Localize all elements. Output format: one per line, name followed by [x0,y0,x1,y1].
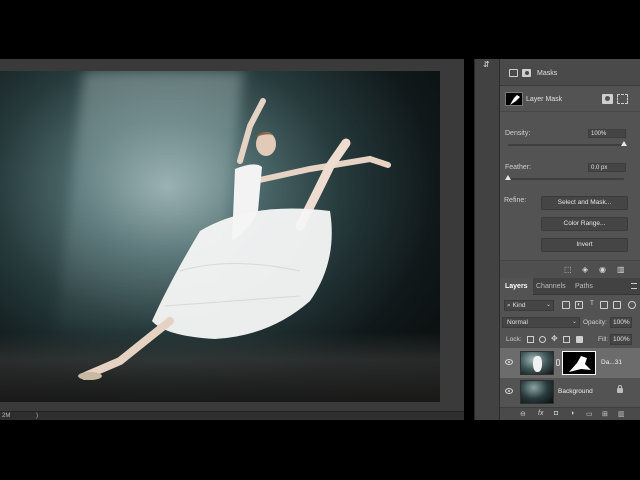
layer-row-dancer[interactable]: Da...31 [500,348,640,378]
lock-artboard-icon[interactable] [563,336,570,343]
opacity-label: Opacity: [583,319,607,326]
layer-name[interactable]: Da...31 [601,359,622,366]
chevron-down-icon: ⌄ [571,319,577,325]
filter-shape-icon[interactable] [600,301,608,309]
fill-label: Fill: [598,336,609,343]
filter-smart-object-icon[interactable] [613,301,621,309]
lock-transparent-icon[interactable] [527,336,534,343]
fill-field[interactable]: 100% [610,334,632,345]
lock-label: Lock: [506,336,522,343]
fx-button[interactable]: fx [538,410,543,417]
layer-name[interactable]: Background [558,388,593,395]
mask-mode-icon[interactable] [522,69,531,77]
filter-adjustment-icon[interactable]: ◐ [575,301,583,309]
load-selection-icon[interactable]: ⬚ [564,265,572,274]
filter-pixel-icon[interactable] [562,301,570,309]
properties-title: Masks [537,70,558,77]
status-bar: 2M ) [0,411,464,420]
filter-kind-select[interactable]: ⌕ Kind ⌄ [504,300,554,311]
layer-mask-row: Layer Mask [500,86,640,112]
filter-toggle-icon[interactable] [628,301,636,309]
layers-tabbar: Layers Channels Paths [500,278,640,295]
properties-header: Masks [500,59,640,86]
layers-footer: ⊖ fx ◘ ◑ ▭ ⊞ ▥ [500,407,640,420]
status-arrow[interactable]: ) [36,413,38,419]
apply-mask-icon[interactable]: ◈ [582,265,588,274]
mask-thumbnail[interactable] [562,351,596,375]
lock-all-icon[interactable] [576,336,583,343]
lock-row: Lock: ✥ Fill: 100% [500,332,640,347]
new-layer-icon[interactable]: ⊞ [602,410,608,418]
feather-label: Feather: [505,164,532,171]
letterbox-bottom [0,420,640,480]
visibility-eye-icon[interactable] [505,388,513,394]
density-slider-track[interactable] [508,144,624,146]
select-pixel-mask-button[interactable] [602,94,613,104]
blend-mode-value: Normal [507,319,528,326]
letterbox-top [0,0,640,59]
tab-layers[interactable]: Layers [500,278,533,295]
invert-button[interactable]: Invert [541,238,628,252]
layer-mask-thumbnail [505,92,523,106]
density-slider-thumb[interactable] [621,141,627,146]
layer-thumbnail [520,380,554,404]
layer-filter-row: ⌕ Kind ⌄ ◐ T [500,297,640,314]
layer-thumbnail [520,351,554,375]
density-label: Density: [505,130,531,137]
lock-icon[interactable] [617,385,623,393]
tab-paths[interactable]: Paths [570,278,598,295]
doc-size-text: 2M [2,413,11,419]
filter-type-icon[interactable]: T [588,301,596,309]
color-range-button[interactable]: Color Range... [541,217,628,231]
lock-position-icon[interactable]: ✥ [551,334,558,343]
feather-slider-thumb[interactable] [505,175,511,180]
panel-dock-strip: ⇵ [474,59,500,420]
link-layers-icon[interactable]: ⊖ [520,410,526,418]
filter-kind-value: Kind [512,302,526,309]
delete-trash-icon[interactable]: ▥ [617,265,625,274]
new-group-icon[interactable]: ▭ [586,410,593,418]
lock-image-icon[interactable] [539,336,546,343]
ballerina-figure [78,98,391,380]
properties-footer: ⬚ ◈ ◉ ▥ [500,260,640,278]
refine-label: Refine: [504,197,527,204]
blend-mode-select[interactable]: Normal ⌄ [502,317,580,328]
layer-row-background[interactable]: Background [500,377,640,407]
select-and-mask-button[interactable]: Select and Mask... [541,196,628,210]
feather-field[interactable]: 0.0 px [588,163,626,172]
delete-layer-icon[interactable]: ▥ [618,410,625,418]
adjust-icon[interactable]: ⇵ [483,60,490,69]
chevron-down-icon: ⌄ [545,302,551,308]
panel-menu-icon[interactable] [631,283,637,289]
tab-channels[interactable]: Channels [531,278,571,295]
add-vector-mask-button[interactable] [617,94,628,104]
visibility-eye-icon[interactable]: ◉ [599,265,606,274]
right-panel: Masks Layer Mask Density: 100% Feather: … [500,59,640,420]
add-mask-icon[interactable]: ◘ [554,410,558,417]
opacity-field[interactable]: 100% [610,317,632,328]
canvas-image[interactable] [0,71,440,402]
visibility-eye-icon[interactable] [505,359,513,365]
blend-row: Normal ⌄ Opacity: 100% [500,315,640,330]
adjustment-layer-icon[interactable]: ◑ [570,410,574,417]
feather-slider-track[interactable] [508,178,624,180]
pixel-layer-icon[interactable] [509,69,518,77]
link-chain-icon[interactable] [556,359,560,366]
layer-mask-label: Layer Mask [526,96,563,103]
density-field[interactable]: 100% [588,129,626,138]
